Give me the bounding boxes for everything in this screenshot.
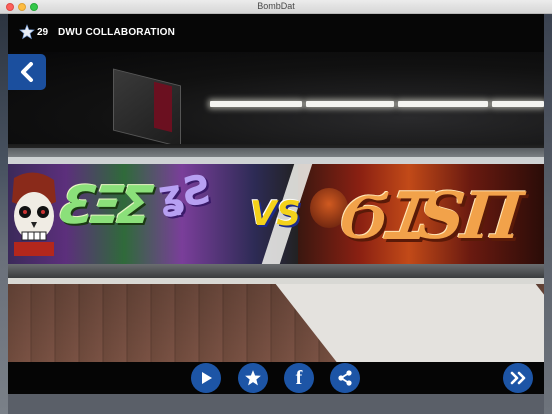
share-icon xyxy=(338,370,352,386)
app-window: BombDat 29 DWU COLLABORATION ƐΞΣ ʓƧ VS Ϭ… xyxy=(0,0,552,414)
ceiling-light xyxy=(306,101,394,107)
play-button[interactable] xyxy=(191,363,221,393)
window-bottom-padding xyxy=(8,394,544,414)
chevron-left-icon xyxy=(21,62,33,82)
graffiti-tag-left-2: ʓƧ xyxy=(155,166,216,220)
window-title: BombDat xyxy=(257,1,295,11)
app-header: 29 DWU COLLABORATION xyxy=(8,14,544,52)
ceiling-light xyxy=(492,101,544,107)
back-button[interactable] xyxy=(8,54,46,90)
facebook-icon: f xyxy=(295,366,303,389)
facebook-button[interactable]: f xyxy=(284,363,314,393)
page-title: DWU COLLABORATION xyxy=(58,27,176,38)
share-button[interactable] xyxy=(330,363,360,393)
graffiti-tag-right: ϬꞮЅΠ xyxy=(335,179,524,254)
ceiling-light xyxy=(210,101,302,107)
favorite-button[interactable] xyxy=(238,363,268,393)
ceiling-light xyxy=(398,101,488,107)
vs-text: VS xyxy=(250,194,301,234)
skull-character xyxy=(12,172,56,256)
wall-strip xyxy=(8,157,544,164)
window-titlebar: BombDat xyxy=(0,0,552,14)
star-icon xyxy=(245,370,261,386)
play-icon xyxy=(202,372,212,384)
star-icon xyxy=(19,24,35,40)
wall-base xyxy=(8,264,544,278)
graffiti-photo: ƐΞΣ ʓƧ VS ϬꞮЅΠ xyxy=(8,52,544,362)
double-chevron-right-icon xyxy=(510,371,526,385)
station-sign-panel xyxy=(154,81,172,133)
graffiti-mural: ƐΞΣ ʓƧ VS ϬꞮЅΠ xyxy=(8,164,544,264)
score-count: 29 xyxy=(37,27,49,38)
graffiti-tag-left: ƐΞΣ xyxy=(55,176,151,236)
next-button[interactable] xyxy=(503,363,533,393)
bottom-toolbar: f xyxy=(8,362,544,394)
